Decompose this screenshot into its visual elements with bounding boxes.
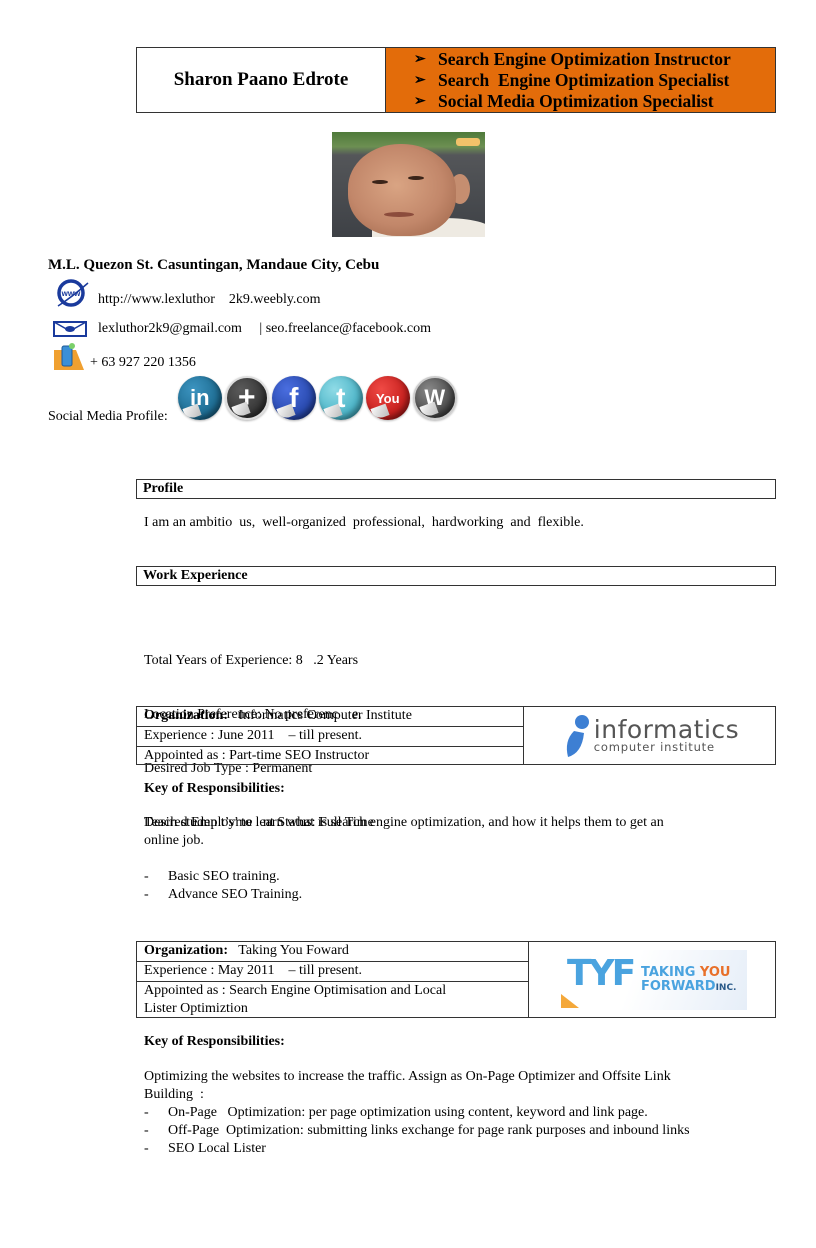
list-item: - Off-Page Optimization: submitting links…	[144, 1123, 690, 1138]
organization-details: Organization: Taking You Foward Experien…	[137, 942, 529, 1017]
list-item: - Advance SEO Training.	[144, 887, 303, 902]
job-title-item: ➢ Social Media Optimization Specialist	[414, 91, 775, 112]
logo-text-you: YOU	[699, 964, 731, 980]
arrow-bullet-icon: ➢	[414, 94, 426, 109]
website-row: www http://www.lexluthor 2k9.weebly.com	[52, 277, 321, 309]
mobile-phone-icon	[52, 342, 86, 372]
wordpress-icon[interactable]: W	[412, 376, 457, 420]
job-title-text: Search Engine Optimization Instructor	[438, 49, 731, 69]
job-title-item: ➢ Search Engine Optimization Instructor	[414, 49, 775, 70]
resume-header: Sharon Paano Edrote ➢ Search Engine Opti…	[136, 47, 776, 113]
arrow-bullet-icon: ➢	[414, 73, 426, 88]
responsibilities-list: - On-Page Optimization: per page optimiza…	[144, 1104, 690, 1158]
email-links[interactable]: lexluthor2k9@gmail.com | seo.freelance@f…	[98, 320, 431, 338]
list-item: - On-Page Optimization: per page optimiza…	[144, 1105, 648, 1120]
organization-row: Organization: Taking You Foward	[137, 942, 528, 962]
organization-table: Organization: Taking You Foward Experien…	[136, 941, 776, 1018]
twitter-icon[interactable]: t	[318, 376, 363, 420]
job-title-text: Search Engine Optimization Specialist	[438, 70, 730, 90]
logo-text-inc: INC.	[715, 982, 737, 993]
job-title-item: ➢ Search Engine Optimization Specialist	[414, 70, 775, 91]
www-globe-icon: www	[52, 277, 90, 309]
profile-photo	[332, 132, 485, 237]
youtube-icon[interactable]: You	[365, 376, 410, 420]
candidate-name: Sharon Paano Edrote	[137, 48, 386, 112]
responsibilities-text: Teach studen t’s’ to learn what is searc…	[144, 815, 664, 848]
list-item: - Basic SEO training.	[144, 869, 280, 884]
organization-name: Informatics Computer Institute	[238, 708, 412, 723]
logo-text-forward: FORWARD	[641, 978, 716, 994]
experience-row: Experience : June 2011 – till present.	[137, 727, 523, 747]
experience-row: Experience : May 2011 – till present.	[137, 962, 528, 982]
website-link[interactable]: http://www.lexluthor 2k9.weebly.com	[98, 291, 321, 309]
tyf-logo-mark: TYF	[567, 952, 636, 994]
phone-row: + 63 927 220 1356	[52, 342, 196, 372]
arrow-bullet-icon: ➢	[414, 52, 426, 67]
job-title-text: Social Media Optimization Specialist	[438, 91, 714, 111]
organization-label: Organization:	[144, 708, 228, 723]
appointed-row: Appointed as : Search Engine Optimisatio…	[144, 983, 447, 1016]
svg-text:www: www	[61, 289, 81, 298]
organization-table: Organization: Informatics Computer Insti…	[136, 706, 776, 765]
section-heading-work-experience: Work Experience	[136, 566, 776, 586]
informatics-i-icon	[566, 714, 589, 757]
responsibilities-list: - Basic SEO training. - Advance SEO Traini…	[144, 868, 302, 904]
google-plus-icon[interactable]: +	[224, 376, 269, 420]
linkedin-icon[interactable]: in	[177, 376, 222, 420]
logo-text-main: informatics	[593, 715, 740, 745]
social-label: Social Media Profile:	[48, 409, 168, 424]
profile-text: I am an ambitio us, well-organized profe…	[144, 515, 584, 530]
envelope-icon	[52, 318, 90, 338]
list-item: - SEO Local Lister	[144, 1141, 266, 1156]
organization-details: Organization: Informatics Computer Insti…	[137, 707, 524, 764]
organization-name: Taking You Foward	[238, 943, 349, 958]
informatics-logo: informatics computer institute	[524, 707, 775, 764]
total-years-experience: Total Years of Experience: 8 .2 Years	[144, 653, 359, 668]
organization-row: Organization: Informatics Computer Insti…	[137, 707, 523, 727]
section-heading-profile: Profile	[136, 479, 776, 499]
social-media-profile: Social Media Profile: in + f t You W	[48, 376, 460, 426]
job-titles-panel: ➢ Search Engine Optimization Instructor …	[386, 48, 775, 112]
address: M.L. Quezon St. Casuntingan, Mandaue Cit…	[48, 257, 380, 273]
phone-number[interactable]: + 63 927 220 1356	[90, 354, 196, 372]
logo-text-taking: TAKING	[641, 964, 696, 980]
responsibilities-text: Optimizing the websites to increase the …	[144, 1069, 671, 1102]
appointed-row: Appointed as : Part-time SEO Instructor	[144, 748, 370, 763]
tyf-logo: TYF TAKING YOU FORWARDINC.	[529, 942, 775, 1017]
responsibilities-heading: Key of Responsibilities:	[144, 781, 285, 796]
organization-label: Organization:	[144, 943, 228, 958]
facebook-icon[interactable]: f	[271, 376, 316, 420]
email-row: lexluthor2k9@gmail.com | seo.freelance@f…	[52, 318, 431, 338]
responsibilities-heading: Key of Responsibilities:	[144, 1034, 285, 1049]
